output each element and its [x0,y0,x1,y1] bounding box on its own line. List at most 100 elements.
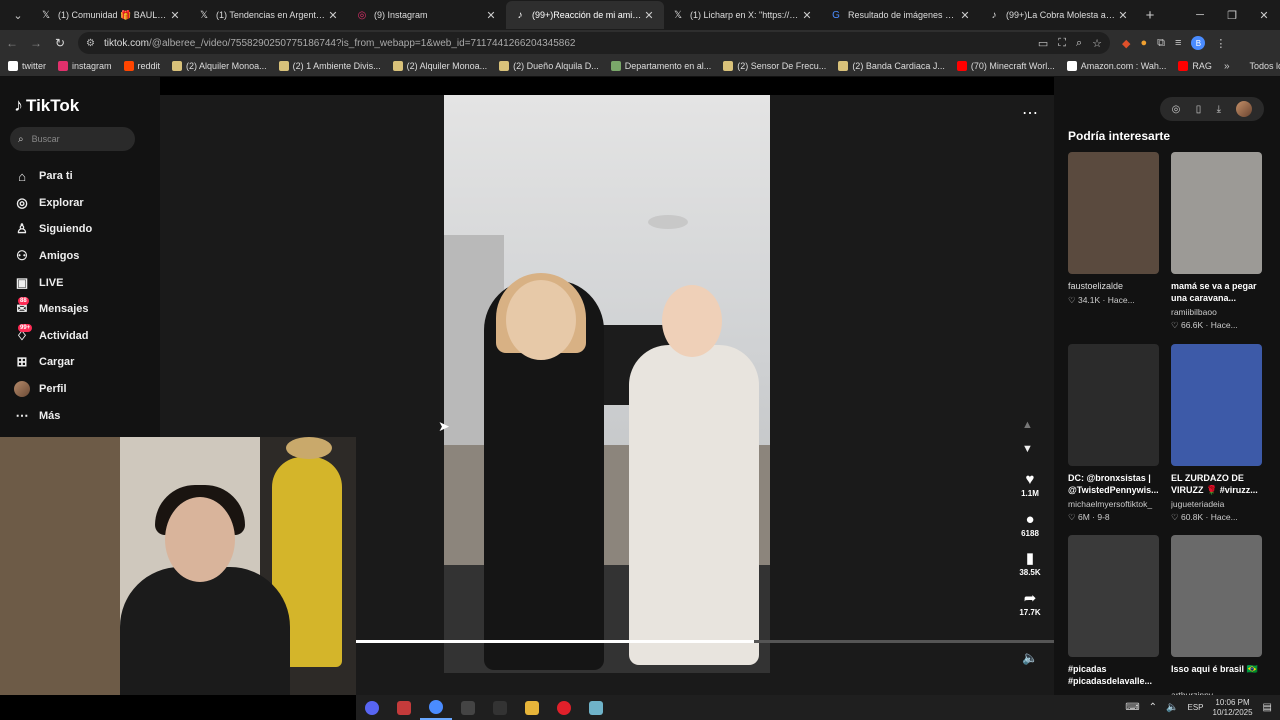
bookmark-star-icon[interactable]: ☆ [1092,37,1102,50]
bookmark-item[interactable]: reddit [123,61,160,71]
zoom-icon[interactable]: ⌕ [1076,37,1082,50]
close-icon[interactable]: ✕ [958,9,972,22]
compass-icon[interactable]: ◎ [1172,104,1181,115]
bookmark-item[interactable]: (2) Alquiler Monoa... [172,61,267,71]
all-bookmarks-folder[interactable]: Todos los marcadores [1250,61,1280,71]
recommended-video-card[interactable]: DC: @bronxsistas | @TwistedPennywis... mi… [1068,344,1159,523]
volume-icon[interactable]: 🔈 [1022,650,1038,666]
recommended-video-card[interactable]: mamá se va a pegar una caravana... ramiib… [1171,152,1262,331]
save-button[interactable]: ▮ 38.5K [1010,550,1050,590]
bookmark-item[interactable]: twitter [8,61,46,71]
taskbar-app[interactable] [420,695,452,720]
site-info-icon[interactable]: ⚙ [86,38,98,49]
share-button[interactable]: ➦ 17.7K [1010,590,1050,630]
video-author[interactable]: michaelmyersoftiktok_ [1068,499,1159,509]
video-thumbnail[interactable] [1068,344,1159,466]
tab-active[interactable]: ♪ (99+)Reacción de mi amigo a n ✕ [506,1,664,29]
sidebar-item-siguiendo[interactable]: ♙ Siguiendo [14,216,154,243]
media-icon[interactable]: ≡ [1175,37,1181,49]
restore-icon[interactable]: ❐ [1216,9,1248,22]
tab[interactable]: ♪ (99+)La Cobra Molesta a Davo ✕ [980,1,1138,29]
notifications-icon[interactable]: ▤ [1263,702,1272,713]
comment-button[interactable]: ● 6188 [1010,511,1050,551]
tiktok-logo[interactable]: ♪ TikTok [14,95,79,116]
sidebar-item-actividad[interactable]: ♢ 99+ Actividad [14,323,154,350]
tab[interactable]: G Resultado de imágenes de Goo ✕ [822,1,980,29]
forward-icon[interactable]: → [24,36,48,50]
close-icon[interactable]: ✕ [484,9,498,22]
user-avatar[interactable] [1236,101,1253,117]
more-options-icon[interactable]: ⋯ [1022,103,1038,123]
recommended-video-card[interactable]: Isso aqui é brasil 🇧🇷 arthurzinnv [1171,535,1262,695]
url-input[interactable]: ⚙ tiktok.com /@alberee_/video/7558290250… [78,32,1110,54]
phone-icon[interactable]: ▯ [1196,104,1202,115]
taskbar-app[interactable] [580,695,612,720]
video-progress-bar[interactable] [356,640,1054,643]
close-icon[interactable]: ✕ [326,9,340,22]
bookmark-item[interactable]: (70) Minecraft Worl... [956,61,1055,71]
bookmark-item[interactable]: instagram [58,61,112,71]
close-icon[interactable]: ✕ [800,9,814,22]
clock[interactable]: 10:06 PM 10/12/2025 [1213,698,1253,718]
video-thumbnail[interactable] [1068,535,1159,657]
reload-icon[interactable]: ↻ [48,36,72,50]
bookmark-item[interactable]: (2) 1 Ambiente Divis... [278,61,381,71]
close-icon[interactable]: ✕ [642,9,656,22]
recommended-video-card[interactable]: #picadas #picadasdelavalle... [1068,535,1159,687]
like-button[interactable]: ♥ 1.1M [1010,471,1050,511]
kebab-menu-icon[interactable]: ⋮ [1215,37,1226,50]
taskbar-app[interactable] [484,695,516,720]
next-video-icon[interactable]: ▼ [1022,443,1033,455]
cast-icon[interactable]: ▭ [1038,37,1048,50]
bookmark-item[interactable]: Departamento en al... [610,61,711,71]
minimize-icon[interactable]: ─ [1184,9,1216,22]
translate-icon[interactable]: ⛶ [1058,37,1066,50]
previous-video-icon[interactable]: ▲ [1022,419,1033,431]
recommended-video-card[interactable]: faustoelizalde ♡ 34.1K · Hace... [1068,152,1159,306]
sidebar-item-explorar[interactable]: ◎ Explorar [14,190,154,217]
taskbar-app[interactable] [388,695,420,720]
sidebar-item-live[interactable]: ▣ LIVE [14,269,154,296]
profile-icon[interactable]: B [1191,36,1206,50]
sidebar-item-perfil[interactable]: Perfil [14,376,154,403]
search-input[interactable]: ⌕ Buscar [10,127,135,151]
taskbar-app[interactable] [356,695,388,720]
speaker-icon[interactable]: 🔈 [1166,702,1178,713]
video-author[interactable]: ramiibilbaoo [1171,307,1262,317]
recommended-video-card[interactable]: EL ZURDAZO DE VIRUZZ 🌹 #viruzz... juguete… [1171,344,1262,523]
video-thumbnail[interactable] [1171,344,1262,466]
bookmark-item[interactable]: (2) Dueño Alquila D... [499,61,599,71]
bookmark-item[interactable]: Amazon.com : Wah... [1066,61,1166,71]
download-icon[interactable]: ⤓ [1217,104,1221,115]
extension-icon[interactable]: ● [1140,37,1147,49]
tab[interactable]: 𝕏 (1) Tendencias en Argentina en ✕ [190,1,348,29]
bookmark-item[interactable]: (2) Alquiler Monoa... [392,61,487,71]
sidebar-item-amigos[interactable]: ⚇ Amigos [14,243,154,270]
video-frame[interactable] [444,95,770,673]
video-thumbnail[interactable] [1068,152,1159,274]
sidebar-item-más[interactable]: ⋯ Más [14,402,154,429]
tab[interactable]: 𝕏 (1) Licharp en X: "https://t.co/Z ✕ [664,1,822,29]
language-indicator[interactable]: ESP [1187,703,1203,712]
close-icon[interactable]: ✕ [1116,9,1130,22]
taskbar-app[interactable] [516,695,548,720]
close-window-icon[interactable]: ✕ [1248,9,1280,22]
chevron-up-icon[interactable]: ⌃ [1149,702,1157,713]
more-bookmarks-icon[interactable]: » [1224,61,1230,72]
puzzle-icon[interactable]: ⧉ [1157,37,1165,50]
close-icon[interactable]: ✕ [168,9,182,22]
tab[interactable]: ◎ (9) Instagram ✕ [348,1,506,29]
taskbar-app[interactable] [452,695,484,720]
sidebar-item-para-ti[interactable]: ⌂ Para ti [14,163,154,190]
tab[interactable]: 𝕏 (1) Comunidad 🎁 BAULO CLUB ✕ [32,1,190,29]
bookmark-item[interactable]: (2) Sensor De Frecu... [723,61,826,71]
video-thumbnail[interactable] [1171,152,1262,274]
video-author[interactable]: jugueteriadeia [1171,499,1262,509]
tab-search-button[interactable]: ⌄ [4,4,32,26]
video-thumbnail[interactable] [1171,535,1262,657]
back-icon[interactable]: ← [0,36,24,50]
sidebar-item-mensajes[interactable]: ✉ 88 Mensajes [14,296,154,323]
bookmark-item[interactable]: (2) Banda Cardiaca J... [838,61,945,71]
keyboard-icon[interactable]: ⌨ [1125,702,1139,713]
new-tab-button[interactable]: + [1138,7,1162,24]
